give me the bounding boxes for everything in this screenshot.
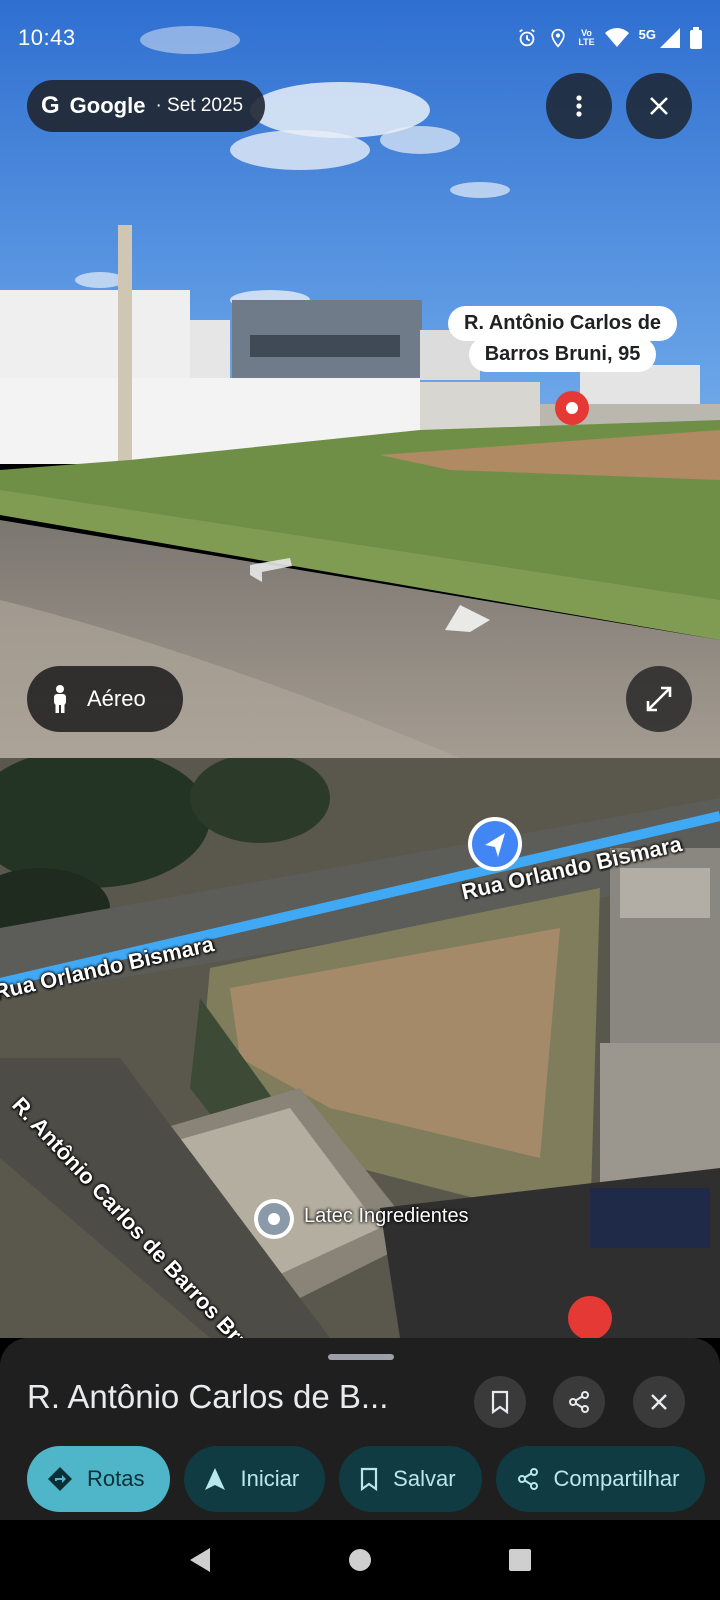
imagery-date-pill[interactable]: G Google · Set 2025 [27, 80, 266, 132]
close-street-view-button[interactable] [626, 73, 692, 139]
directions-icon [48, 1467, 72, 1491]
address-line-1: R. Antônio Carlos de [448, 306, 678, 341]
share-icon [569, 1391, 589, 1413]
expand-button[interactable] [626, 666, 692, 732]
poi-label-latec[interactable]: Latec Ingredientes [304, 1205, 469, 1228]
close-icon [651, 1394, 667, 1410]
wifi-icon [604, 28, 629, 47]
close-sheet-button[interactable] [633, 1376, 685, 1428]
system-nav-bar [0, 1520, 720, 1600]
place-title: R. Antônio Carlos de B... [27, 1378, 389, 1415]
status-bar: 10:43 Vo LTE 5G [0, 0, 720, 76]
5g-label: 5G [638, 26, 656, 42]
aereo-button[interactable]: Aéreo [27, 666, 183, 732]
google-label: Google [69, 93, 146, 118]
address-label[interactable]: R. Antônio Carlos de Barros Bruni, 95 [448, 306, 678, 372]
bookmark-icon [361, 1467, 378, 1491]
salvar-button[interactable]: Salvar [339, 1446, 482, 1512]
volte-icon: Vo LTE [578, 28, 595, 47]
iniciar-label: Iniciar [240, 1466, 300, 1491]
recents-icon[interactable] [508, 1548, 532, 1572]
share-icon [517, 1468, 538, 1490]
salvar-label: Salvar [393, 1466, 456, 1491]
place-bottom-sheet[interactable]: R. Antônio Carlos de B... Rotas Iniciar … [0, 1338, 720, 1520]
imagery-date: · Set 2025 [155, 95, 244, 116]
expand-icon [646, 686, 672, 712]
share-button[interactable] [553, 1376, 605, 1428]
alarm-icon [519, 28, 536, 47]
more-vert-icon [576, 95, 582, 117]
back-icon[interactable] [188, 1547, 212, 1573]
rotas-label: Rotas [87, 1466, 145, 1491]
action-chips: Rotas Iniciar Salvar Compartilhar [27, 1446, 706, 1512]
satellite-map[interactable]: Rua Orlando Bismara Rua Orlando Bismara … [0, 758, 720, 1371]
bookmark-button[interactable] [474, 1376, 526, 1428]
status-time: 10:43 [18, 25, 76, 50]
battery-icon [690, 27, 702, 49]
signal-icon [660, 28, 680, 48]
home-icon[interactable] [348, 1548, 372, 1572]
iniciar-button[interactable]: Iniciar [184, 1446, 326, 1512]
close-icon [650, 97, 668, 115]
bookmark-icon [491, 1390, 509, 1414]
google-g-icon: G [41, 92, 60, 119]
compartilhar-label: Compartilhar [553, 1466, 680, 1491]
aereo-label: Aéreo [87, 686, 146, 711]
location-icon [551, 28, 565, 48]
more-options-button[interactable] [546, 73, 612, 139]
address-line-2: Barros Bruni, 95 [468, 337, 657, 372]
navigation-icon [205, 1468, 226, 1490]
street-view-panel[interactable]: 10:43 Vo LTE 5G G Google · Set 2025 R. An… [0, 0, 720, 758]
rotas-button[interactable]: Rotas [27, 1446, 171, 1512]
drag-handle[interactable] [328, 1354, 394, 1360]
compartilhar-button[interactable]: Compartilhar [495, 1446, 706, 1512]
pegman-icon [54, 685, 66, 713]
